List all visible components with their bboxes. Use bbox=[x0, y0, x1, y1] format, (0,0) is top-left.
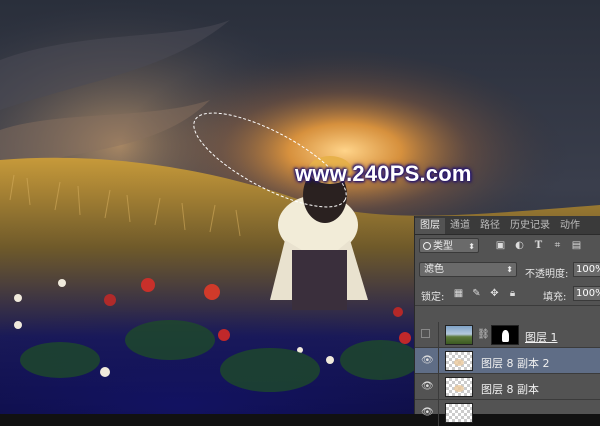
layer-row-partial[interactable]: 👁︎ bbox=[415, 400, 600, 426]
layer-mask-thumbnail[interactable] bbox=[491, 325, 519, 345]
tab-layers[interactable]: 图层 bbox=[415, 218, 445, 234]
lock-transparent-icon[interactable]: ▦ bbox=[453, 288, 464, 299]
layer-row[interactable]: ⛓︎ 图层 1 bbox=[415, 322, 600, 348]
link-icon[interactable]: ⛓︎ bbox=[477, 329, 490, 340]
panel-tabs: 图层 通道 路径 历史记录 动作 bbox=[415, 216, 600, 235]
tab-actions[interactable]: 动作 bbox=[555, 218, 585, 234]
opacity-field[interactable]: 100% bbox=[573, 262, 600, 277]
smart-object-filter-icon[interactable]: ▤ bbox=[571, 240, 582, 251]
lock-row: 锁定: ▦ ✎ ✥ 🔒︎ 填充: 100% bbox=[415, 283, 600, 306]
layer-thumbnail bbox=[445, 351, 473, 371]
layers-panel: 图层 通道 路径 历史记录 动作 类型 ⬍ ▣ ◐ T ⌗ ▤ 滤色 ⬍ 不透明度:… bbox=[414, 216, 600, 426]
tab-channels[interactable]: 通道 bbox=[445, 218, 475, 234]
chevron-updown-icon: ⬍ bbox=[468, 242, 475, 251]
lock-label: 锁定: bbox=[421, 292, 445, 303]
layer-name[interactable]: 图层 8 副本 2 bbox=[481, 355, 550, 371]
layer-thumbnail bbox=[445, 325, 473, 345]
chevron-updown-icon: ⬍ bbox=[506, 265, 513, 274]
layer-thumbnail bbox=[445, 403, 473, 423]
type-filter-icon[interactable]: T bbox=[533, 240, 544, 251]
blend-mode-select[interactable]: 滤色 ⬍ bbox=[419, 262, 517, 277]
layer-name[interactable]: 图层 8 副本 bbox=[481, 381, 539, 397]
blend-row: 滤色 ⬍ 不透明度: 100% bbox=[415, 259, 600, 281]
tab-paths[interactable]: 路径 bbox=[475, 218, 505, 234]
visibility-toggle-off[interactable] bbox=[421, 329, 430, 338]
layer-row[interactable]: 👁︎ 图层 8 副本 bbox=[415, 374, 600, 400]
adjustment-filter-icon[interactable]: ◐ bbox=[514, 240, 525, 251]
image-filter-icon[interactable]: ▣ bbox=[495, 240, 506, 251]
filter-kind-select[interactable]: 类型 ⬍ bbox=[419, 238, 479, 253]
lock-position-icon[interactable]: ✥ bbox=[489, 288, 500, 299]
eye-icon[interactable]: 👁︎ bbox=[421, 408, 434, 418]
fill-label: 填充: bbox=[543, 292, 567, 303]
fill-field[interactable]: 100% bbox=[573, 286, 600, 301]
lock-all-icon[interactable]: 🔒︎ bbox=[507, 288, 518, 299]
layer-thumbnail bbox=[445, 377, 473, 397]
search-icon bbox=[423, 242, 431, 250]
filter-kind-label: 类型 bbox=[433, 241, 453, 252]
blend-mode-value: 滤色 bbox=[424, 264, 444, 275]
tab-history[interactable]: 历史记录 bbox=[505, 218, 555, 234]
shape-filter-icon[interactable]: ⌗ bbox=[552, 240, 563, 251]
opacity-label: 不透明度: bbox=[525, 269, 569, 280]
layer-filter-row: 类型 ⬍ ▣ ◐ T ⌗ ▤ bbox=[415, 235, 600, 257]
eye-icon[interactable]: 👁︎ bbox=[421, 382, 434, 392]
watermark-text: www.240PS.com bbox=[295, 161, 472, 186]
layer-row-selected[interactable]: 👁︎ 图层 8 副本 2 bbox=[415, 348, 600, 374]
lock-pixels-icon[interactable]: ✎ bbox=[471, 288, 482, 299]
eye-icon[interactable]: 👁︎ bbox=[421, 356, 434, 366]
layer-name[interactable]: 图层 1 bbox=[525, 329, 558, 345]
